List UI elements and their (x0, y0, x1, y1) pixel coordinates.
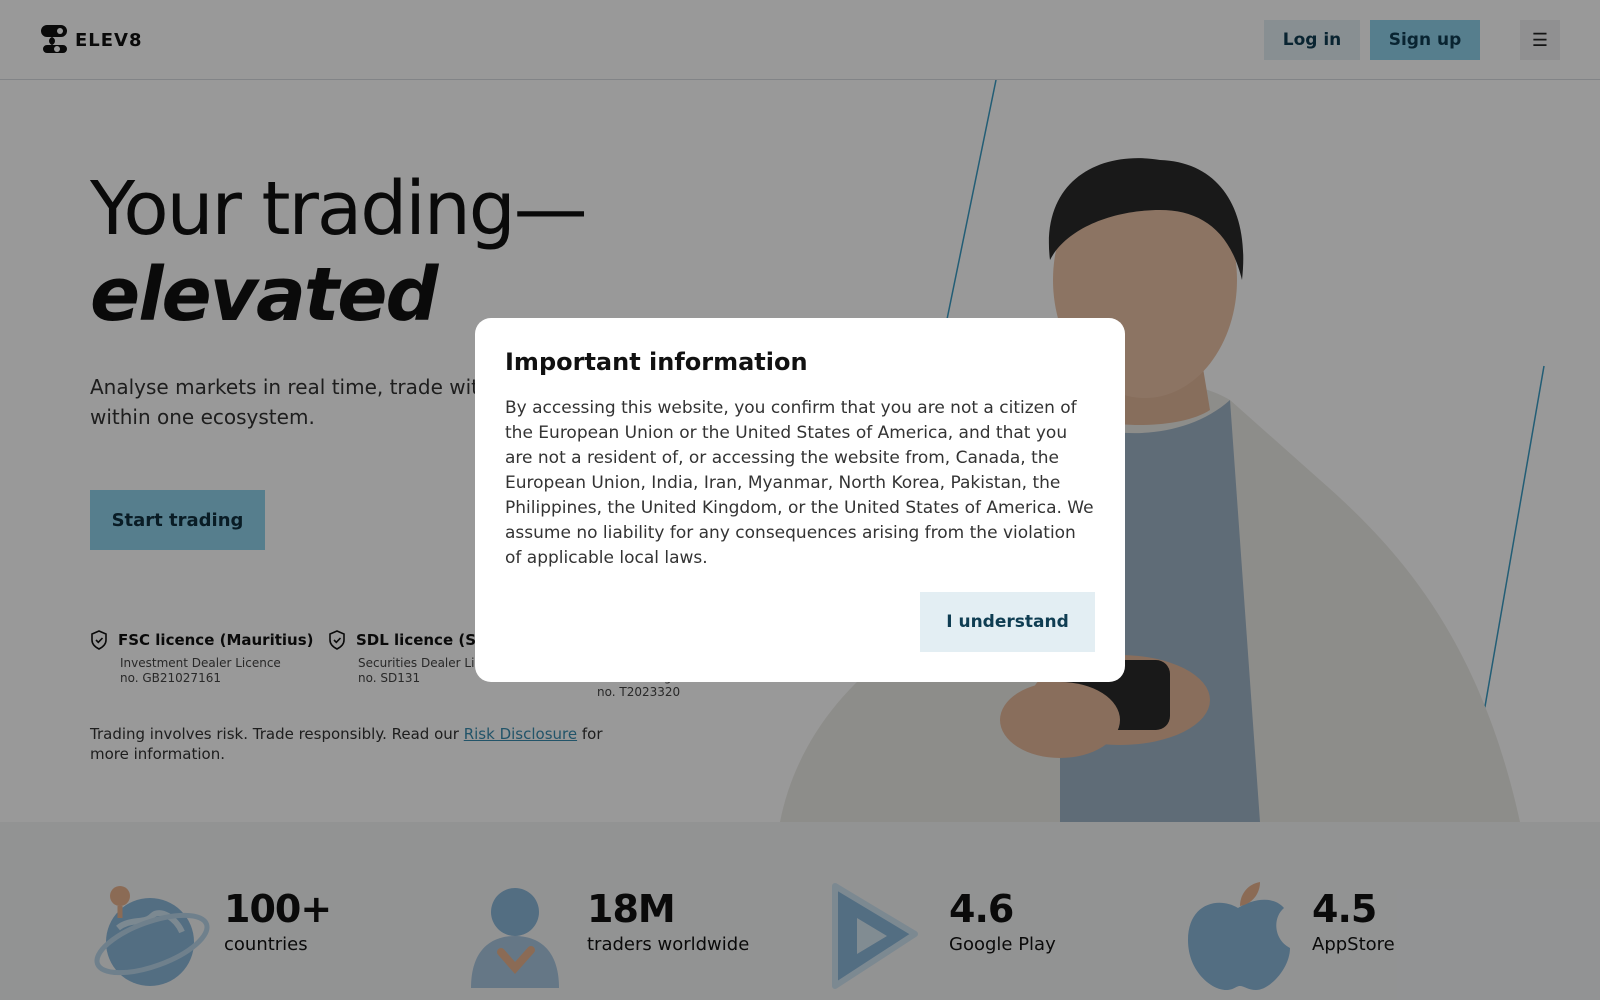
modal-body: By accessing this website, you confirm t… (505, 398, 1094, 568)
important-info-modal: Important information By accessing this … (475, 318, 1125, 682)
i-understand-button[interactable]: I understand (920, 592, 1095, 652)
modal-title: Important information (505, 348, 808, 376)
